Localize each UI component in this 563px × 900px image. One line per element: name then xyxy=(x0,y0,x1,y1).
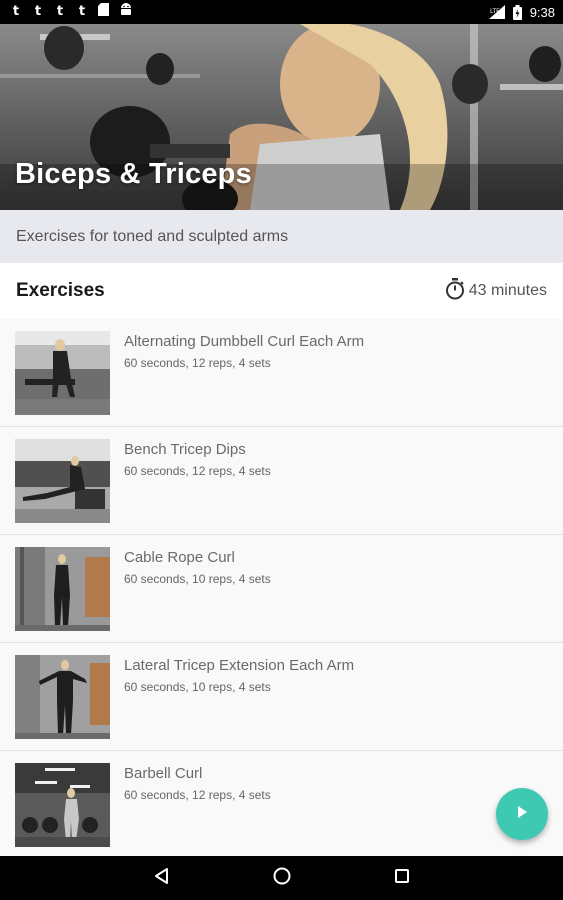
exercise-detail: 60 seconds, 12 reps, 4 sets xyxy=(124,356,271,370)
exercise-item[interactable]: Lateral Tricep Extension Each Arm 60 sec… xyxy=(0,643,563,751)
play-icon xyxy=(515,805,529,824)
exercises-header: Exercises 43 minutes xyxy=(0,263,563,319)
hero-banner: Biceps & Triceps xyxy=(0,24,563,210)
exercise-item[interactable]: Barbell Curl 60 seconds, 12 reps, 4 sets xyxy=(0,751,563,859)
back-icon xyxy=(153,867,171,890)
exercise-name: Lateral Tricep Extension Each Arm xyxy=(124,657,355,674)
t-notification-icon: t xyxy=(56,4,64,19)
exercise-name: Cable Rope Curl xyxy=(124,549,235,566)
system-status: LTE 9:38 xyxy=(488,4,555,20)
home-icon xyxy=(272,866,292,891)
exercise-item[interactable]: Alternating Dumbbell Curl Each Arm 60 se… xyxy=(0,319,563,427)
exercise-thumbnail xyxy=(15,439,110,523)
system-nav-bar xyxy=(0,856,563,900)
exercise-detail: 60 seconds, 10 reps, 4 sets xyxy=(124,680,271,694)
exercise-name: Alternating Dumbbell Curl Each Arm xyxy=(124,333,365,350)
network-label: LTE xyxy=(490,8,500,15)
exercise-item[interactable]: Bench Tricep Dips 60 seconds, 12 reps, 4… xyxy=(0,427,563,535)
battery-icon xyxy=(512,4,522,20)
t-notification-icon: t xyxy=(78,4,86,19)
notification-icons: t t t t xyxy=(10,0,133,24)
section-title: Exercises xyxy=(16,280,105,301)
clock: 9:38 xyxy=(529,4,555,20)
exercise-thumbnail xyxy=(15,763,110,847)
exercise-detail: 60 seconds, 12 reps, 4 sets xyxy=(124,788,271,802)
exercise-thumbnail xyxy=(15,655,110,739)
page-title: Biceps & Triceps xyxy=(15,158,252,190)
exercise-item[interactable]: Cable Rope Curl 60 seconds, 10 reps, 4 s… xyxy=(0,535,563,643)
back-button[interactable] xyxy=(102,856,222,900)
home-button[interactable] xyxy=(222,856,342,900)
t-notification-icon: t xyxy=(12,4,20,19)
exercise-detail: 60 seconds, 12 reps, 4 sets xyxy=(124,464,271,478)
duration-label: 43 minutes xyxy=(468,282,547,299)
signal-icon: LTE xyxy=(488,5,505,19)
exercise-name: Barbell Curl xyxy=(124,765,203,782)
exercise-thumbnail xyxy=(15,547,110,631)
stopwatch-icon xyxy=(445,277,465,305)
sd-card-icon xyxy=(98,3,109,21)
workout-description: Exercises for toned and sculpted arms xyxy=(0,210,563,263)
total-duration: 43 minutes xyxy=(445,277,547,305)
exercise-list: Alternating Dumbbell Curl Each Arm 60 se… xyxy=(0,319,563,859)
android-icon xyxy=(119,3,133,21)
t-notification-icon: t xyxy=(34,4,42,19)
recents-button[interactable] xyxy=(342,856,462,900)
exercise-detail: 60 seconds, 10 reps, 4 sets xyxy=(124,572,271,586)
exercise-thumbnail xyxy=(15,331,110,415)
status-bar: t t t t LTE 9:38 xyxy=(0,0,563,24)
exercise-name: Bench Tricep Dips xyxy=(124,441,246,458)
start-workout-button[interactable] xyxy=(496,788,548,840)
recents-icon xyxy=(394,868,410,889)
